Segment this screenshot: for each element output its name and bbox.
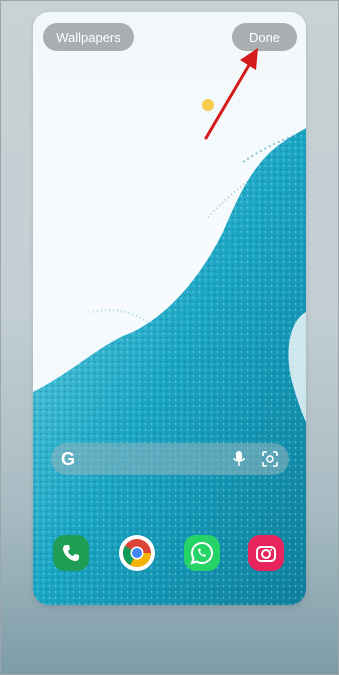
phone-icon	[63, 545, 79, 561]
phone-app-icon[interactable]	[53, 535, 89, 571]
whatsapp-app-icon[interactable]	[184, 535, 220, 571]
wallpaper-splash-art	[33, 99, 306, 605]
lens-icon[interactable]	[261, 450, 279, 468]
done-button[interactable]: Done	[232, 23, 297, 51]
whatsapp-icon	[190, 541, 213, 565]
wallpapers-button[interactable]: Wallpapers	[43, 23, 134, 51]
chrome-icon	[123, 539, 151, 567]
home-screen-preview: Wallpapers Done G	[33, 12, 306, 605]
google-logo-icon: G	[60, 449, 75, 469]
google-search-bar[interactable]: G	[51, 443, 289, 475]
camera-icon	[256, 546, 276, 562]
chrome-app-icon[interactable]	[119, 535, 155, 571]
camera-app-icon[interactable]	[248, 535, 284, 571]
mic-icon[interactable]	[232, 450, 246, 468]
